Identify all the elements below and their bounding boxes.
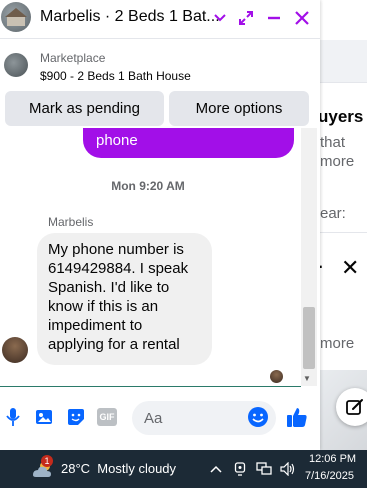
emoji-icon[interactable] bbox=[247, 406, 269, 428]
message-thread[interactable]: phone Mon 9:20 AM Marbelis My phone numb… bbox=[0, 128, 320, 386]
expand-icon[interactable] bbox=[235, 7, 257, 29]
mark-as-pending-button[interactable]: Mark as pending bbox=[5, 91, 164, 126]
temperature: 28°C bbox=[61, 461, 91, 476]
scroll-down-arrow-icon[interactable]: ▼ bbox=[303, 374, 311, 383]
message-timestamp: Mon 9:20 AM bbox=[111, 179, 185, 193]
sticker-icon[interactable] bbox=[65, 406, 87, 428]
background-separator bbox=[320, 232, 367, 233]
taskbar: 1 28°C Mostly cloudy 12:06 PM 7/16/2025 bbox=[0, 450, 367, 488]
listing-source: Marketplace bbox=[40, 51, 106, 65]
chevron-up-icon[interactable] bbox=[207, 460, 225, 478]
network-icon[interactable] bbox=[255, 460, 273, 478]
close-icon[interactable]: ✕ bbox=[341, 255, 359, 281]
background-divider bbox=[320, 82, 367, 83]
microphone-icon[interactable] bbox=[2, 406, 24, 428]
listing-card[interactable]: Marketplace $900 - 2 Beds 1 Bath House bbox=[0, 38, 320, 88]
background-text-line: more bbox=[320, 153, 355, 170]
listing-thumbnail bbox=[4, 53, 28, 77]
chat-title[interactable]: Marbelis · 2 Beds 1 Bat... bbox=[40, 8, 220, 26]
gif-icon[interactable]: GIF bbox=[97, 408, 117, 426]
weather-badge: 1 bbox=[41, 455, 53, 467]
scrollbar-thumb[interactable] bbox=[303, 307, 315, 369]
close-chat-icon[interactable] bbox=[291, 7, 313, 29]
minimize-icon[interactable] bbox=[263, 7, 285, 29]
thread-divider bbox=[0, 386, 301, 387]
background-text-line: ear: bbox=[320, 205, 346, 222]
seen-indicator-avatar bbox=[270, 370, 283, 383]
avatar[interactable] bbox=[1, 2, 31, 32]
camera-icon[interactable] bbox=[231, 460, 249, 478]
more-options-button[interactable]: More options bbox=[169, 91, 309, 126]
compose-button[interactable] bbox=[336, 388, 367, 426]
background-text-line: that bbox=[320, 134, 346, 151]
thumbs-up-icon[interactable] bbox=[286, 406, 308, 428]
weather-condition: Mostly cloudy bbox=[97, 461, 177, 476]
outgoing-message: phone bbox=[83, 128, 294, 158]
photo-icon[interactable] bbox=[34, 406, 56, 428]
background-heading: uyers bbox=[318, 107, 364, 126]
volume-icon[interactable] bbox=[279, 460, 297, 478]
clock-date[interactable]: 7/16/2025 bbox=[305, 470, 354, 482]
sender-name: Marbelis bbox=[48, 215, 94, 229]
compose-icon bbox=[346, 399, 363, 415]
clock-time[interactable]: 12:06 PM bbox=[309, 453, 356, 465]
background-header-band bbox=[320, 40, 367, 82]
weather-summary[interactable]: 28°C Mostly cloudy bbox=[61, 461, 176, 476]
chat-window: Marbelis · 2 Beds 1 Bat... Marketplace $… bbox=[0, 0, 320, 450]
listing-title[interactable]: $900 - 2 Beds 1 Bath House bbox=[40, 69, 191, 83]
message-composer: GIF bbox=[0, 396, 320, 440]
sender-avatar[interactable] bbox=[2, 337, 28, 363]
chevron-down-icon[interactable] bbox=[209, 7, 231, 29]
background-more-link[interactable]: more bbox=[320, 335, 354, 352]
incoming-message: My phone number is 6149429884. I speak S… bbox=[37, 233, 212, 365]
chat-header: Marbelis · 2 Beds 1 Bat... bbox=[0, 0, 320, 36]
